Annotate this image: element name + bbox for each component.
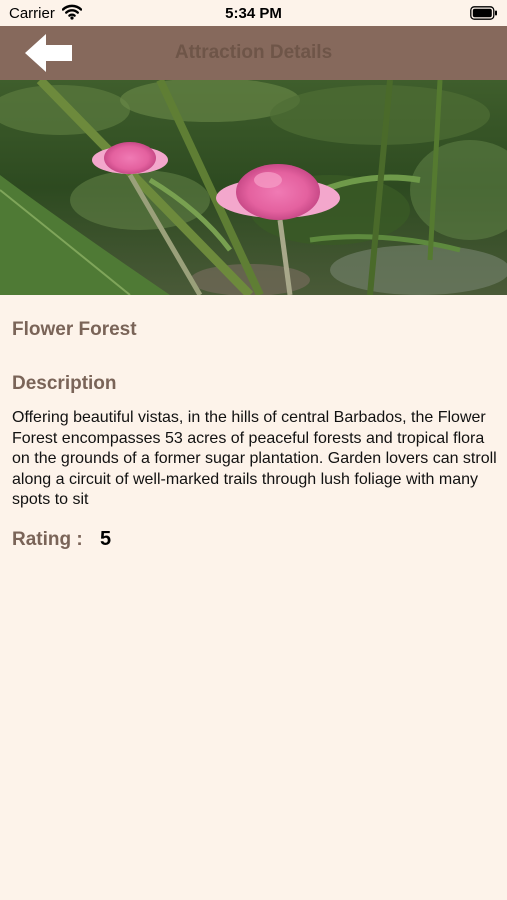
attraction-name: Flower Forest	[12, 319, 137, 340]
battery-icon	[470, 6, 498, 25]
status-bar: Carrier 5:34 PM	[0, 0, 507, 26]
navigation-bar: Attraction Details	[0, 26, 507, 80]
attraction-photo	[0, 80, 507, 295]
nav-title: Attraction Details	[174, 42, 333, 63]
description-heading: Description	[12, 373, 117, 394]
status-time: 5:34 PM	[225, 5, 282, 22]
rating-value: 5	[100, 528, 112, 550]
description-text: Offering beautiful vistas, in the hills …	[12, 409, 497, 508]
rating-label: Rating :	[12, 529, 83, 550]
